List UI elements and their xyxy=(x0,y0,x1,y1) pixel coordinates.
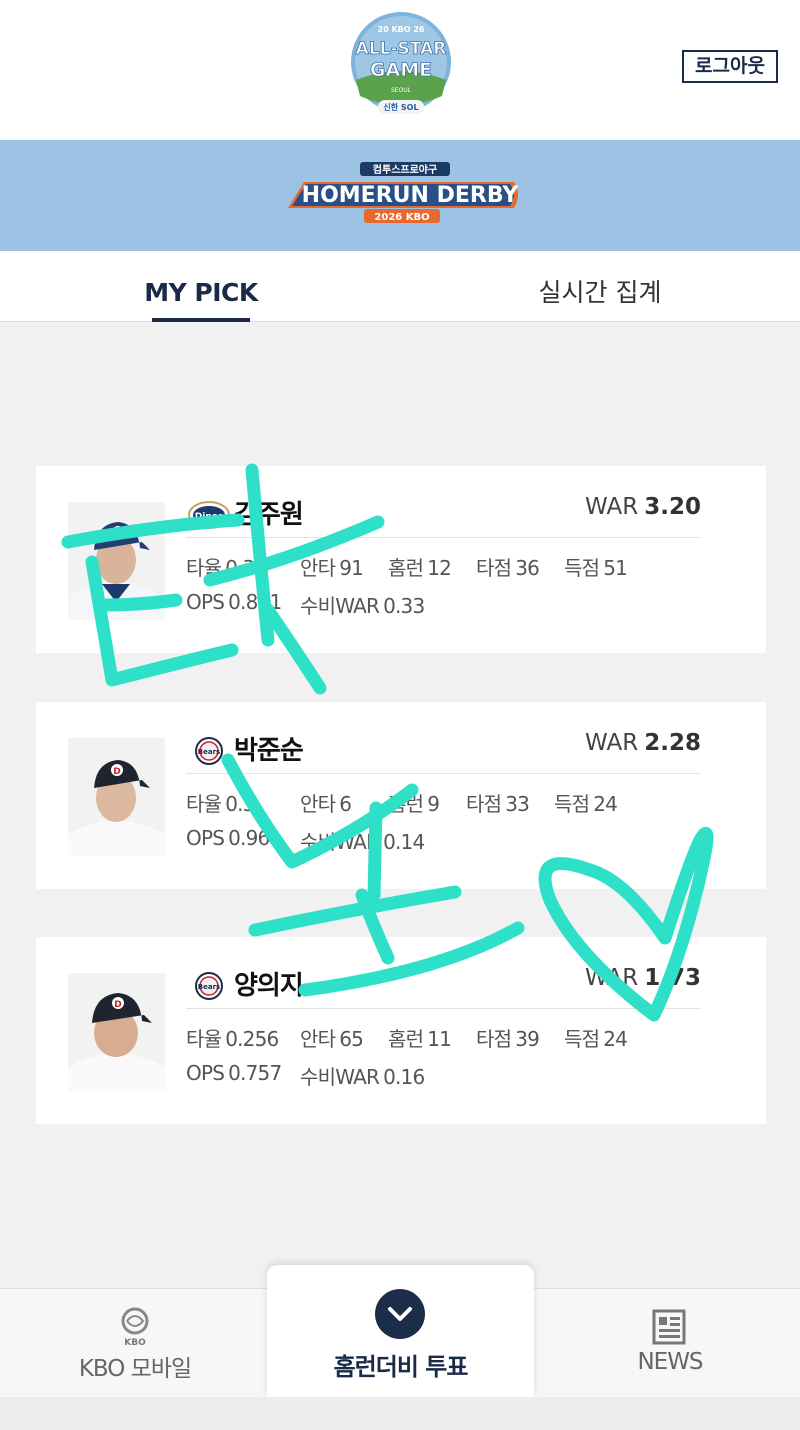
allstar-game-logo: 20 KBO 26 ALL-STAR GAME SEOUL 신한 SOL xyxy=(346,10,456,118)
newspaper-icon xyxy=(652,1309,686,1345)
war-value: WAR 2.28 xyxy=(585,730,701,756)
stat-def-war: 수비WAR 0.33 xyxy=(300,594,425,618)
svg-text:HOMERUN DERBY: HOMERUN DERBY xyxy=(302,183,520,208)
player-photo: D xyxy=(68,738,165,856)
nc-dinos-logo: Dinos xyxy=(188,500,230,530)
svg-text:ALL-STAR: ALL-STAR xyxy=(356,39,447,59)
nav-label: NEWS xyxy=(637,1349,703,1375)
stat-hr: 홈런 12 xyxy=(388,556,452,580)
stat-avg: 타율 0.31 xyxy=(186,556,267,580)
divider xyxy=(186,773,701,774)
stat-ops: OPS 0.871 xyxy=(186,590,282,614)
nav-news[interactable]: NEWS xyxy=(600,1289,740,1398)
stat-def-war: 수비WAR 0.16 xyxy=(300,1065,425,1089)
player-card[interactable]: D Bears 양의지 WAR 1.73 타율 0.256 안타 65 홈런 11 타점… xyxy=(36,937,766,1124)
nav-kbo-mobile[interactable]: KBO KBO 모바일 xyxy=(60,1289,210,1398)
system-bar xyxy=(0,1397,800,1430)
kbo-logo-icon: KBO xyxy=(121,1307,149,1347)
svg-text:Bears: Bears xyxy=(198,983,220,991)
player-card[interactable]: Dinos 김주원 WAR 3.20 타율 0.31 안타 91 홈런 12 타점 36 … xyxy=(36,466,766,653)
doosan-bears-logo: Bears xyxy=(188,736,230,766)
nav-label: KBO 모바일 xyxy=(78,1356,192,1382)
svg-text:SEOUL: SEOUL xyxy=(391,87,412,94)
stat-rbi: 타점 39 xyxy=(476,1027,540,1051)
stat-hr: 홈런 9 xyxy=(388,792,440,816)
stat-rbi: 타점 33 xyxy=(466,792,530,816)
stat-hits: 안타 65 xyxy=(300,1027,364,1051)
chevron-down-icon[interactable] xyxy=(375,1289,425,1339)
divider xyxy=(186,537,701,538)
svg-text:컴투스프로야구: 컴투스프로야구 xyxy=(373,163,437,176)
stat-def-war: 수비WAR 0.14 xyxy=(300,830,425,854)
stat-runs: 득점 51 xyxy=(564,556,628,580)
svg-text:신한 SOL: 신한 SOL xyxy=(383,102,418,112)
stat-avg: 타율 0.256 xyxy=(186,1027,279,1051)
svg-text:20 KBO 26: 20 KBO 26 xyxy=(378,25,425,34)
logout-button[interactable]: 로그아웃 xyxy=(682,50,778,83)
top-bar: 20 KBO 26 ALL-STAR GAME SEOUL 신한 SOL 로그아… xyxy=(0,0,800,140)
stat-rbi: 타점 36 xyxy=(476,556,540,580)
stat-hits: 안타 91 xyxy=(300,556,364,580)
svg-text:GAME: GAME xyxy=(370,59,432,81)
homerun-derby-banner: 컴투스프로야구 HOMERUN DERBY 2026 KBO xyxy=(0,140,800,251)
svg-text:D: D xyxy=(114,1000,121,1010)
stat-avg: 타율 0.3 xyxy=(186,792,255,816)
tab-my-pick[interactable]: MY PICK xyxy=(142,251,260,322)
war-value: WAR 1.73 xyxy=(585,965,701,991)
svg-text:Bears: Bears xyxy=(198,748,220,756)
tab-bar: MY PICK 실시간 집계 xyxy=(0,251,800,322)
svg-text:Dinos: Dinos xyxy=(195,512,224,522)
stat-hr: 홈런 11 xyxy=(388,1027,452,1051)
svg-text:KBO: KBO xyxy=(124,1338,146,1347)
doosan-bears-logo: Bears xyxy=(188,971,230,1001)
stat-runs: 득점 24 xyxy=(564,1027,628,1051)
war-value: WAR 3.20 xyxy=(585,494,701,520)
stat-runs: 득점 24 xyxy=(554,792,618,816)
nav-label: 홈런더비 투표 xyxy=(333,1353,469,1381)
player-card[interactable]: D Bears 박준순 WAR 2.28 타율 0.3 안타 6 홈런 9 타점 33 득… xyxy=(36,702,766,889)
svg-text:D: D xyxy=(113,767,120,777)
homerun-derby-logo: 컴투스프로야구 HOMERUN DERBY 2026 KBO xyxy=(282,162,522,230)
player-photo: D xyxy=(68,973,165,1091)
svg-text:2026 KBO: 2026 KBO xyxy=(374,212,429,223)
player-name: 김주원 xyxy=(234,500,304,530)
player-name: 박준순 xyxy=(234,736,304,766)
divider xyxy=(186,1008,701,1009)
stat-ops: OPS 0.96 xyxy=(186,826,270,850)
player-name: 양의지 xyxy=(234,971,304,1001)
stat-ops: OPS 0.757 xyxy=(186,1061,282,1085)
nav-homerun-derby-vote[interactable]: 홈런더비 투표 xyxy=(267,1265,534,1397)
player-photo xyxy=(68,502,165,620)
stat-hits: 안타 6 xyxy=(300,792,352,816)
tab-realtime-count[interactable]: 실시간 집계 xyxy=(520,251,680,322)
